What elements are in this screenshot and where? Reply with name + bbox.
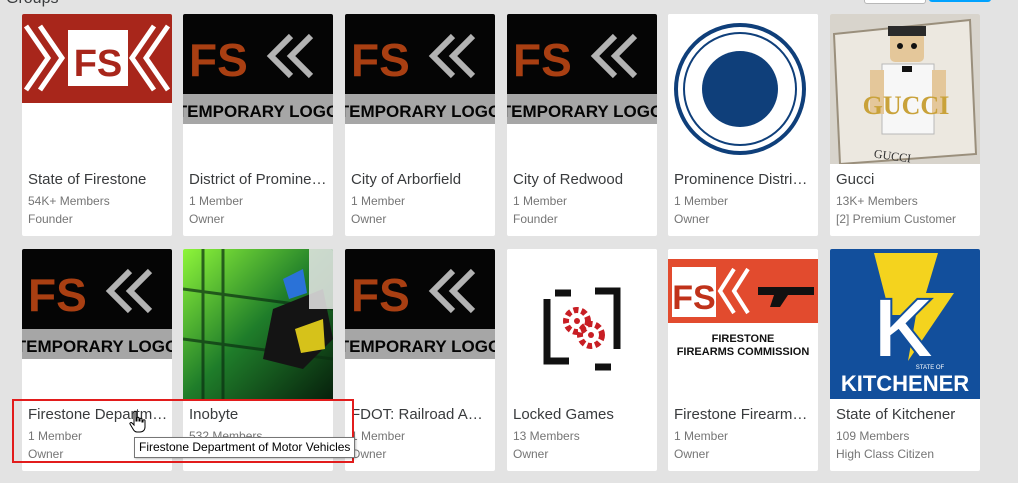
fs-temporary-logo: FS TEMPORARY LOGO (507, 14, 657, 164)
group-members: 1 Member (351, 194, 406, 208)
group-card[interactable]: FS TEMPORARY LOGO City of Redwood 1 Memb… (507, 14, 657, 236)
fs-text: FS (189, 34, 248, 86)
temporary-logo-text: TEMPORARY LOGO (22, 337, 172, 356)
group-members: 1 Member (189, 194, 244, 208)
group-name[interactable]: State of Firestone (28, 171, 168, 188)
group-role: Founder (513, 212, 558, 226)
group-card[interactable]: K STATE OF KITCHENER State of Kitchener … (830, 249, 980, 471)
group-role: Owner (674, 212, 710, 226)
inobyte-green-scene-image (183, 249, 333, 399)
group-role: Owner (513, 447, 549, 461)
group-members: 54K+ Members (28, 194, 110, 208)
group-card[interactable]: Locked Games 13 Members Owner (507, 249, 657, 471)
temporary-logo-text: TEMPORARY LOGO (183, 102, 333, 121)
temporary-logo-text: TEMPORARY LOGO (507, 102, 657, 121)
fs-temporary-logo: FS TEMPORARY LOGO (345, 249, 495, 399)
group-members: 1 Member (513, 194, 568, 208)
groups-heading: Groups (6, 0, 58, 8)
firearms-line2-text: FIREARMS COMMISSION (677, 346, 810, 358)
firearms-line1-text: FIRESTONE (712, 333, 775, 345)
group-name[interactable]: City of Redwood (513, 171, 653, 188)
fs-text: FS (351, 269, 410, 321)
group-members: 13 Members (513, 429, 580, 443)
group-role: Founder (28, 212, 73, 226)
hand-cursor-icon (128, 410, 148, 434)
group-card[interactable]: FS TEMPORARY LOGO City of Arborfield 1 M… (345, 14, 495, 236)
group-members: 13K+ Members (836, 194, 918, 208)
group-role: Owner (351, 212, 387, 226)
fs-text: FS (672, 279, 715, 317)
gucci-text: GUCCI (863, 91, 950, 120)
fs-red-chevron-logo: FS (22, 14, 172, 164)
group-card[interactable]: Prominence District Court 1 Member Owner (668, 14, 818, 236)
group-name[interactable]: FDOT: Railroad Administration (351, 406, 491, 423)
fs-temporary-logo: FS TEMPORARY LOGO (345, 14, 495, 164)
fs-temporary-logo: FS TEMPORARY LOGO (183, 14, 333, 164)
group-members: 1 Member (674, 194, 729, 208)
kitchener-k-logo: K STATE OF KITCHENER (830, 249, 980, 399)
fs-text: FS (28, 269, 87, 321)
fs-text: FS (513, 34, 572, 86)
group-card[interactable]: GUCCI GUCCI Gucci 13K+ Members [2] Premi… (830, 14, 980, 236)
filter-button[interactable] (864, 0, 926, 4)
locked-games-gear-logo (507, 249, 657, 399)
group-name[interactable]: Firestone Firearms Commission (674, 406, 814, 423)
group-name[interactable]: District of Prominence (189, 171, 329, 188)
temporary-logo-text: TEMPORARY LOGO (345, 102, 495, 121)
group-name[interactable]: City of Arborfield (351, 171, 491, 188)
tooltip: Firestone Department of Motor Vehicles (134, 437, 356, 458)
navy-seal-logo (668, 14, 818, 164)
group-role: Owner (674, 447, 710, 461)
group-role: [2] Premium Customer (836, 212, 957, 226)
group-card[interactable]: FS TEMPORARY LOGO District of Prominence… (183, 14, 333, 236)
fs-text: FS (351, 34, 410, 86)
group-role: Owner (351, 447, 387, 461)
group-name[interactable]: Locked Games (513, 406, 653, 423)
group-card[interactable]: FS TEMPORARY LOGO FDOT: Railroad Adminis… (345, 249, 495, 471)
group-name[interactable]: State of Kitchener (836, 406, 976, 423)
group-role: High Class Citizen (836, 447, 935, 461)
fs-text: FS (74, 43, 123, 85)
group-role: Owner (189, 212, 225, 226)
group-members: 109 Members (836, 429, 910, 443)
group-members: 1 Member (674, 429, 729, 443)
temporary-logo-text: TEMPORARY LOGO (345, 337, 495, 356)
fs-firearms-logo: FS FIRESTONE FIREARMS COMMISSION (668, 249, 818, 399)
group-members: 1 Member (351, 429, 406, 443)
fs-temporary-logo: FS TEMPORARY LOGO (22, 249, 172, 399)
group-name[interactable]: Gucci (836, 171, 976, 188)
gucci-avatar-image: GUCCI GUCCI (830, 14, 980, 164)
kitchener-name-text: KITCHENER (841, 371, 969, 396)
action-button[interactable] (929, 0, 991, 2)
group-card[interactable]: FS State of Firestone 54K+ Members Found… (22, 14, 172, 236)
group-name[interactable]: Prominence District Court (674, 171, 814, 188)
kitchener-k-text: K (874, 281, 935, 375)
group-card[interactable]: FS FIRESTONE FIREARMS COMMISSION Firesto… (668, 249, 818, 471)
